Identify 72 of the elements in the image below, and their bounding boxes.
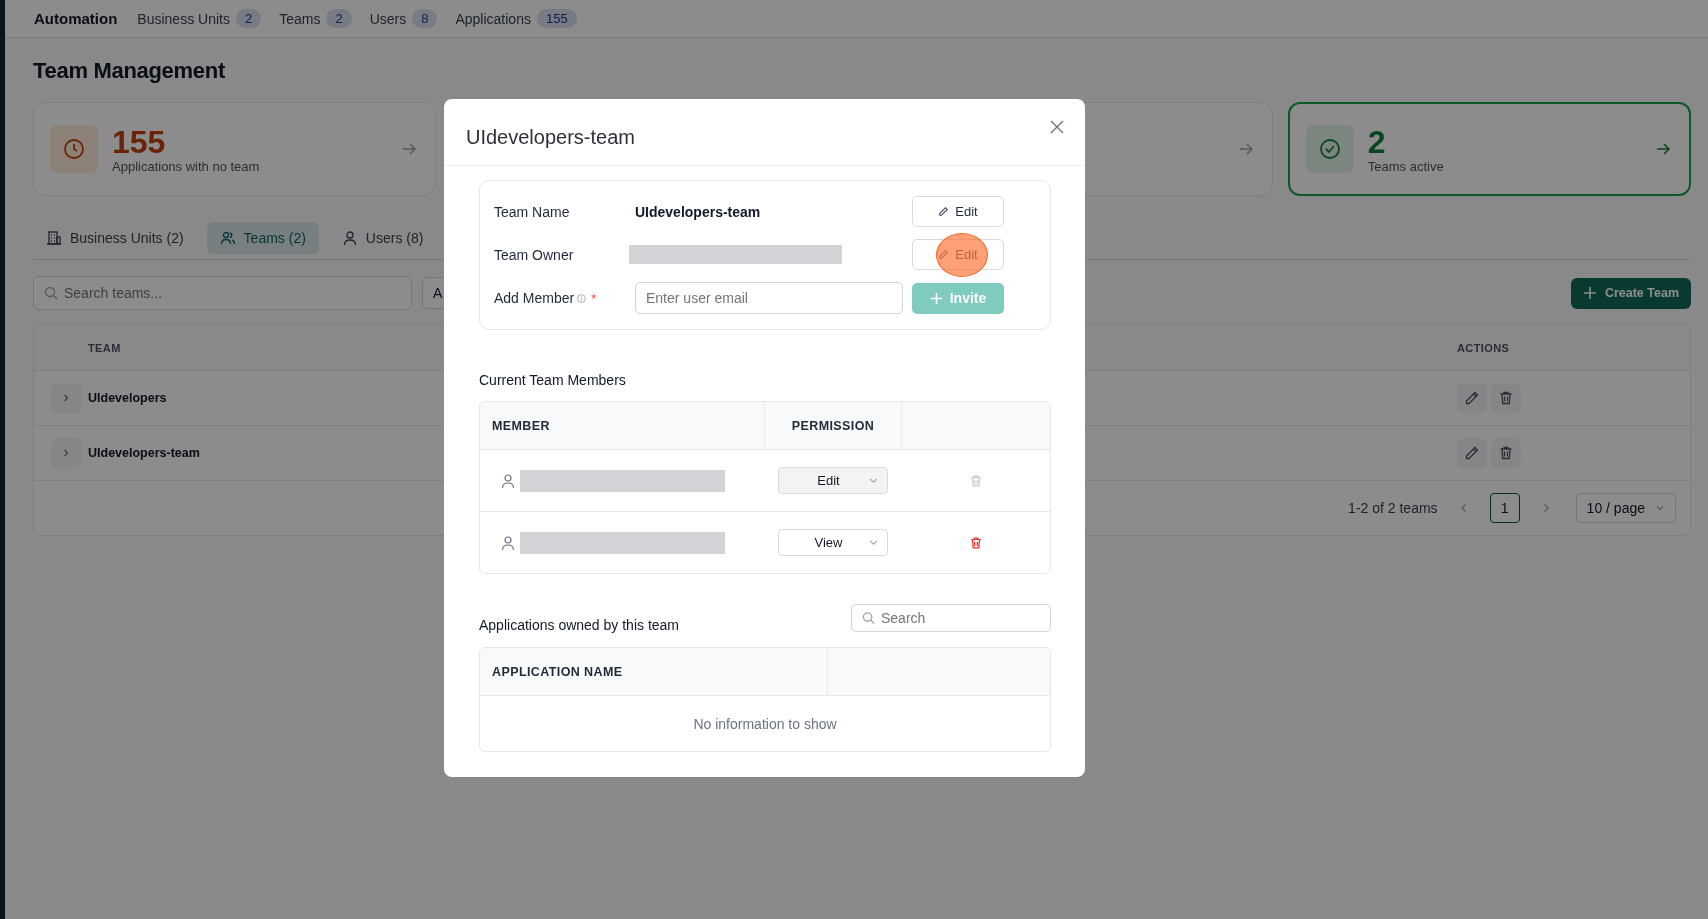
field-label: Add Member [494, 290, 575, 306]
delete-button[interactable] [1491, 383, 1521, 413]
plus-icon [929, 291, 943, 305]
pagination-summary: 1-2 of 2 teams [1348, 500, 1438, 516]
building-icon [46, 230, 62, 246]
table-cell-text: UIdevelopers-team [88, 446, 201, 460]
table-cell-text: UIdevelopers [88, 391, 168, 405]
stat-value: 2 [1367, 124, 1387, 159]
user-icon [341, 230, 358, 246]
search-field[interactable]: Search teams... [33, 276, 412, 310]
required-mark: * [591, 290, 597, 306]
nav-link[interactable]: Business Units [137, 10, 230, 27]
column-header: MEMBER [491, 417, 551, 435]
chevron-down-icon [1655, 503, 1665, 513]
permission-select[interactable]: View [778, 529, 888, 556]
dialog-title: UIdevelopers-team [466, 124, 635, 149]
app-brand: Automation [34, 10, 118, 27]
section-title: Current Team Members [479, 372, 627, 388]
count-badge: 2 [326, 9, 352, 28]
edit-button[interactable]: Edit [912, 196, 1004, 227]
tab[interactable]: Teams (2) [206, 222, 319, 254]
user-icon [500, 472, 516, 489]
count-badge: 155 [536, 9, 577, 28]
pencil-icon [1464, 390, 1480, 406]
stat-label: Teams active [1367, 158, 1444, 174]
nav-link[interactable]: Applications [455, 10, 531, 27]
page-size-select[interactable]: 10 / page [1575, 493, 1676, 523]
search-field[interactable]: Search [851, 604, 1051, 632]
count-badge: 8 [412, 9, 438, 28]
clock-icon [50, 125, 98, 173]
stat-card[interactable]: 2 Teams active [1287, 102, 1691, 196]
trash-icon[interactable] [968, 535, 983, 550]
stat-card[interactable]: 155 Applications with no team [33, 102, 437, 196]
column-header: APPLICATION NAME [480, 648, 828, 695]
edit-button[interactable] [1457, 383, 1487, 413]
stat-label: Applications with no team [112, 158, 260, 174]
pencil-icon [938, 206, 950, 217]
plus-icon [1582, 286, 1597, 300]
column-header: ACTIONS [1457, 341, 1511, 354]
user-icon [500, 534, 516, 551]
trash-icon [1498, 445, 1514, 461]
email-field[interactable]: Enter user email [635, 282, 903, 314]
column-header: TEAM [88, 341, 122, 354]
pencil-icon [1464, 445, 1480, 461]
nav-link[interactable]: Teams [279, 10, 321, 27]
column-header: PERMISSION [764, 402, 902, 449]
search-icon [44, 286, 58, 300]
chevron-right-icon [61, 393, 71, 403]
field-label: Team Owner [494, 246, 574, 263]
edit-button[interactable] [1457, 438, 1487, 468]
search-icon [862, 611, 875, 625]
nav-link[interactable]: Users [369, 10, 407, 27]
stat-value: 155 [112, 124, 167, 159]
close-icon[interactable] [1050, 120, 1064, 134]
field-label: Team Name [494, 203, 570, 220]
arrow-right-icon [1237, 141, 1254, 157]
create-team-button[interactable]: Create Team [1570, 277, 1691, 309]
arrow-right-icon [401, 141, 418, 157]
trash-icon [1498, 390, 1514, 406]
tab[interactable]: Business Units (2) [33, 222, 197, 254]
users-icon [219, 230, 236, 246]
field-value: UIdevelopers-team [635, 203, 762, 220]
empty-message: No information to show [693, 715, 837, 732]
info-icon [577, 293, 587, 303]
page-title: Team Management [33, 58, 226, 84]
section-title: Applications owned by this team [479, 617, 679, 633]
delete-button[interactable] [1491, 438, 1521, 468]
arrow-right-icon [1655, 141, 1671, 157]
count-badge: 2 [235, 9, 262, 28]
page-button[interactable]: 1 [1489, 493, 1520, 523]
tab[interactable]: Users (8) [328, 222, 437, 254]
chevron-right-icon [61, 448, 71, 458]
